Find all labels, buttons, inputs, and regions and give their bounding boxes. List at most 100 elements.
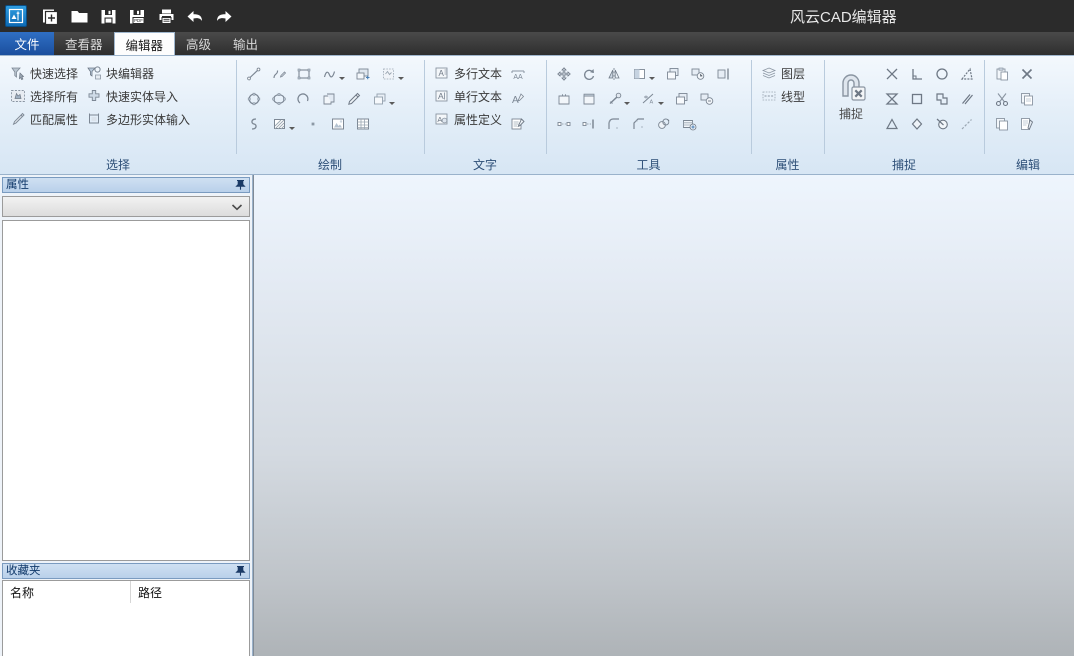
polygon-entity-input-button[interactable]: 多边形实体输入	[82, 108, 194, 130]
trim-dropdown-button[interactable]	[627, 62, 660, 86]
delete-button[interactable]	[1015, 62, 1039, 86]
pen-draw-button[interactable]	[342, 87, 366, 111]
move-button[interactable]	[552, 62, 576, 86]
duplicate-button[interactable]	[670, 87, 694, 111]
layers-button[interactable]: 图层	[757, 62, 809, 84]
snap-nearest-button[interactable]	[905, 112, 929, 136]
snap-apparent-button[interactable]	[930, 112, 954, 136]
snap-tangent-button[interactable]	[955, 62, 979, 86]
curve-button[interactable]	[242, 112, 266, 136]
favorites-grid-rows[interactable]	[3, 603, 249, 656]
cad-app-logo-icon[interactable]	[5, 5, 27, 27]
snap-perpendicular-button[interactable]	[905, 62, 929, 86]
redo-button[interactable]	[211, 3, 237, 29]
cut-button[interactable]	[990, 87, 1014, 111]
quick-entity-import-button[interactable]: 快速实体导入	[82, 85, 194, 107]
favorites-column-path[interactable]: 路径	[131, 581, 249, 603]
text-align-button[interactable]: AA	[506, 62, 530, 86]
copy-doc-button[interactable]	[990, 112, 1014, 136]
multiline-text-button[interactable]: A 多行文本	[430, 62, 506, 84]
print-button[interactable]	[153, 3, 179, 29]
match-properties-button[interactable]: 匹配属性	[6, 108, 82, 130]
group-add-button[interactable]	[677, 112, 701, 136]
union-button[interactable]	[652, 112, 676, 136]
undo-button[interactable]	[182, 3, 208, 29]
tab-output[interactable]: 输出	[222, 32, 269, 55]
layers-dropdown-button[interactable]	[367, 87, 400, 111]
drawing-canvas[interactable]	[253, 175, 1074, 656]
snap-center-button[interactable]	[930, 62, 954, 86]
edit-text-button[interactable]	[506, 112, 530, 136]
copy-pages-button[interactable]	[1015, 87, 1039, 111]
chevron-down-icon[interactable]	[398, 77, 404, 80]
chevron-down-icon[interactable]	[289, 127, 295, 130]
open-file-button[interactable]	[66, 3, 92, 29]
rectangle-button[interactable]	[292, 62, 316, 86]
favorites-grid[interactable]: 名称 路径	[2, 580, 250, 656]
extend-button[interactable]	[577, 112, 601, 136]
arc-button[interactable]	[292, 87, 316, 111]
scale-rotate-button[interactable]	[686, 62, 710, 86]
pin-icon[interactable]	[235, 179, 246, 191]
save-button[interactable]	[95, 3, 121, 29]
snap-insertion-button[interactable]	[880, 112, 904, 136]
favorites-panel-header[interactable]: 收藏夹	[2, 563, 250, 579]
block-insert-button[interactable]	[351, 62, 375, 86]
properties-panel-header[interactable]: 属性	[2, 177, 250, 193]
image-insert-button[interactable]	[326, 112, 350, 136]
spline-dropdown-button[interactable]	[317, 62, 350, 86]
single-line-text-button[interactable]: A 单行文本	[430, 85, 506, 107]
pin-icon[interactable]	[235, 565, 246, 577]
snap-toggle-button[interactable]: 捕捉	[830, 62, 872, 157]
favorites-column-name[interactable]: 名称	[3, 581, 131, 603]
chevron-down-icon[interactable]	[649, 77, 655, 80]
snap-node-button[interactable]	[930, 87, 954, 111]
snap-quadrant-button[interactable]	[905, 87, 929, 111]
stretch-button[interactable]	[552, 112, 576, 136]
snap-extension-button[interactable]	[955, 112, 979, 136]
region-dropdown-button[interactable]	[376, 62, 409, 86]
save-as-pdf-button[interactable]: PDF	[124, 3, 150, 29]
text-style-button[interactable]: A	[506, 87, 530, 111]
measure-dropdown-button[interactable]	[602, 87, 635, 111]
block-editor-button[interactable]: 块编辑器	[82, 62, 194, 84]
quick-select-button[interactable]: 快速选择	[6, 62, 82, 84]
polyline-edit-button[interactable]	[267, 62, 291, 86]
copy-button[interactable]	[661, 62, 685, 86]
linetype-button[interactable]: 线型	[757, 85, 809, 107]
ellipse-button[interactable]	[267, 87, 291, 111]
chevron-down-icon[interactable]	[339, 77, 345, 80]
tab-viewer[interactable]: 查看器	[54, 32, 114, 55]
copy-entity-button[interactable]	[317, 87, 341, 111]
tab-editor[interactable]: 编辑器	[113, 32, 176, 55]
point-button[interactable]	[301, 112, 325, 136]
fillet-button[interactable]	[602, 112, 626, 136]
dimension-dropdown-button[interactable]: A	[636, 87, 669, 111]
properties-list[interactable]	[2, 220, 250, 561]
chevron-down-icon[interactable]	[389, 102, 395, 105]
tab-advanced[interactable]: 高级	[175, 32, 222, 55]
mirror-button[interactable]	[602, 62, 626, 86]
chevron-down-icon[interactable]	[658, 102, 664, 105]
format-painter-button[interactable]	[1015, 112, 1039, 136]
paste-button[interactable]	[990, 62, 1014, 86]
select-all-button[interactable]: 选择所有	[6, 85, 82, 107]
line-button[interactable]	[242, 62, 266, 86]
hatch-dropdown-button[interactable]	[267, 112, 300, 136]
chamfer-button[interactable]	[627, 112, 651, 136]
circle-button[interactable]	[242, 87, 266, 111]
new-file-button[interactable]	[37, 3, 63, 29]
snap-midpoint-button[interactable]	[880, 87, 904, 111]
closed-box-button[interactable]	[577, 87, 601, 111]
rotate-button[interactable]	[577, 62, 601, 86]
align-right-button[interactable]	[711, 62, 735, 86]
snap-intersection-button[interactable]	[880, 62, 904, 86]
properties-filter-combobox[interactable]	[2, 196, 250, 217]
open-box-button[interactable]	[552, 87, 576, 111]
chevron-down-icon[interactable]	[624, 102, 630, 105]
attribute-definition-button[interactable]: A 属性定义	[430, 108, 506, 130]
snap-parallel-button[interactable]	[955, 87, 979, 111]
table-button[interactable]	[351, 112, 375, 136]
tab-file[interactable]: 文件	[0, 32, 54, 55]
offset-circle-button[interactable]	[695, 87, 719, 111]
